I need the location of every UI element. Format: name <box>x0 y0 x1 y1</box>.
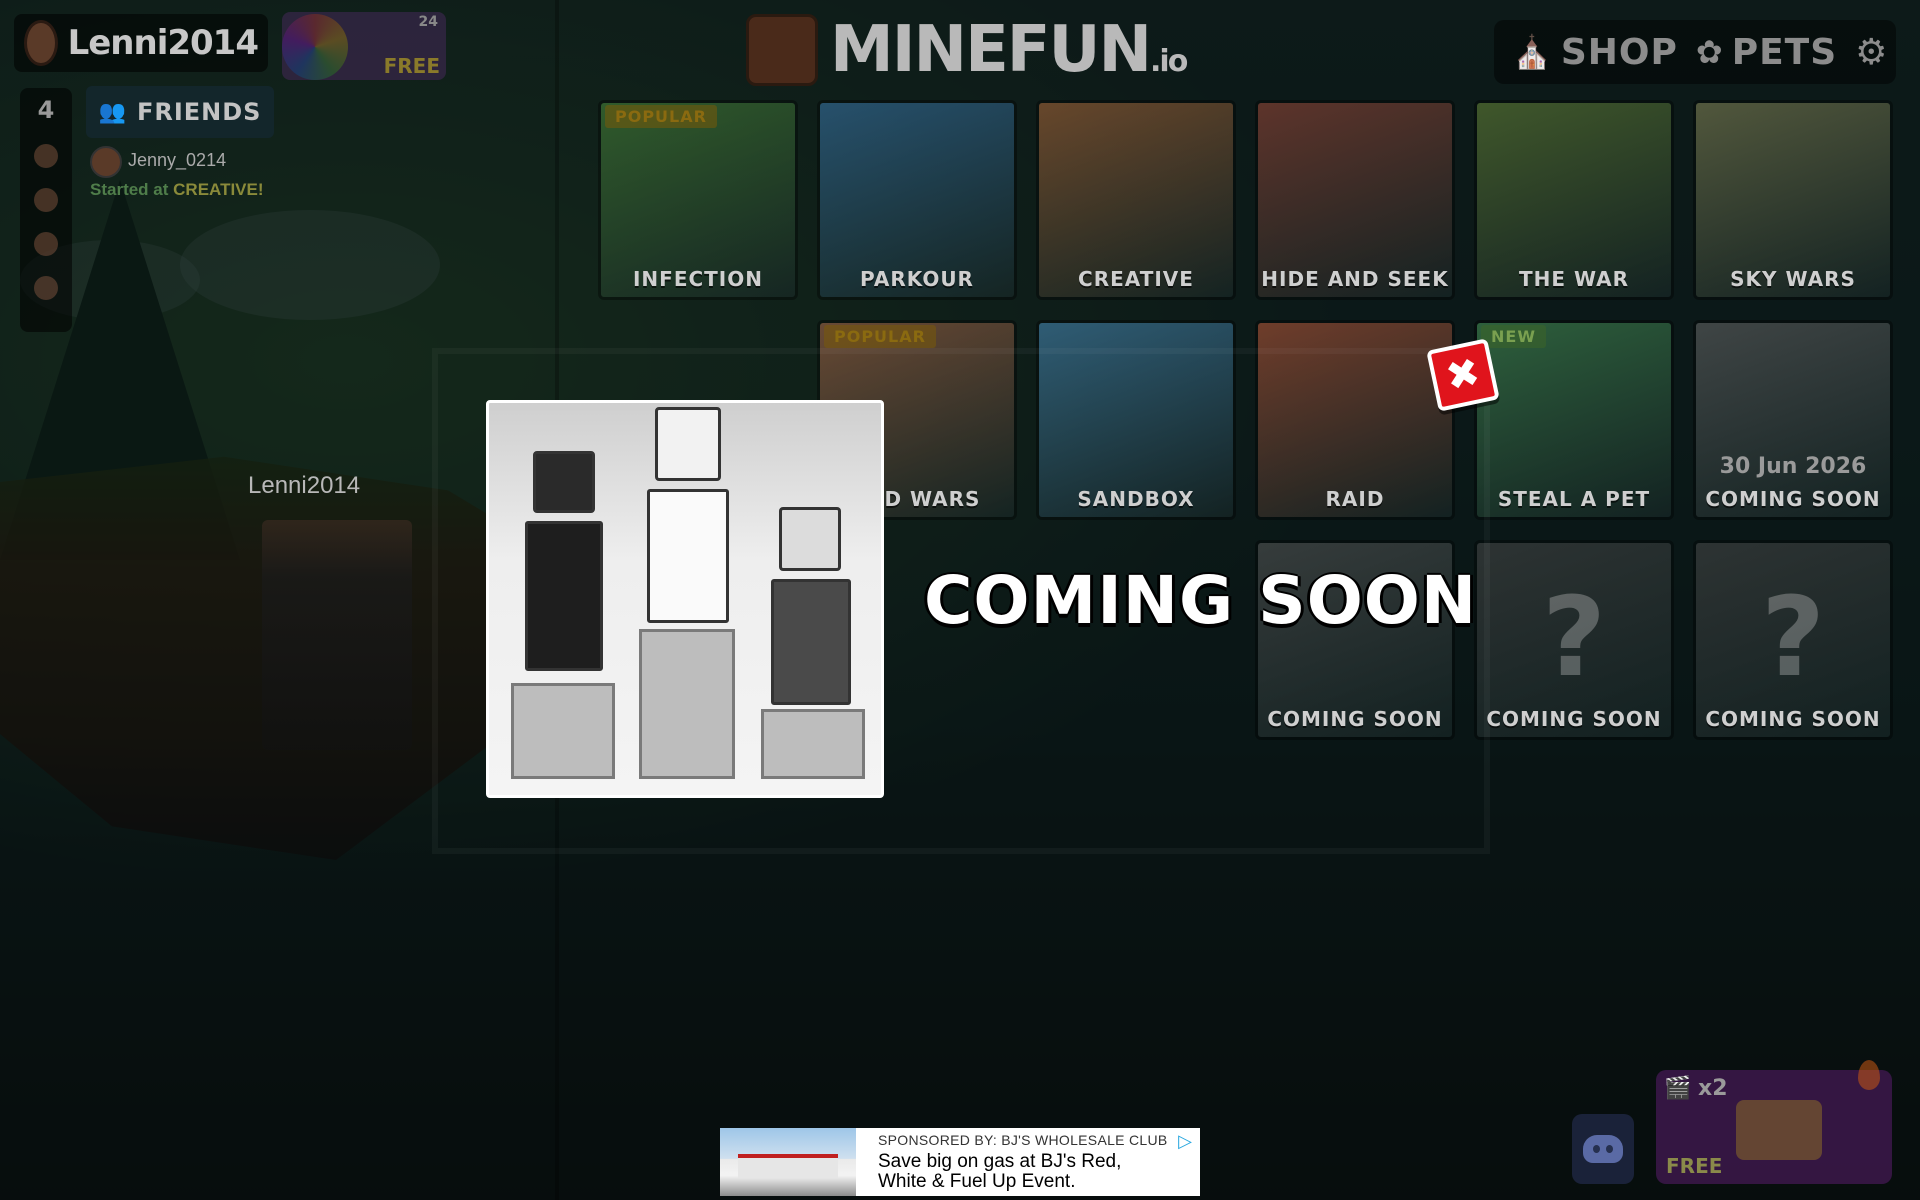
top-nav-panel: ⛪ SHOP ✿ PETS ⚙ <box>1494 20 1896 84</box>
ad-store-building <box>738 1154 838 1178</box>
character-figure <box>629 407 747 629</box>
shop-icon: ⛪ <box>1512 33 1553 71</box>
game-tile-badge: POPULAR <box>824 325 936 348</box>
friend-avatar-icon[interactable] <box>34 144 58 168</box>
username: Lenni2014 <box>67 23 259 63</box>
game-tile[interactable]: THE WAR <box>1474 100 1674 300</box>
game-tile[interactable]: CREATIVE <box>1036 100 1236 300</box>
reward-multiplier: x2 <box>1698 1076 1728 1101</box>
shop-button[interactable]: ⛪ SHOP <box>1512 32 1678 73</box>
gear-icon[interactable]: ⚙ <box>1855 32 1887 73</box>
game-tile-label: HIDE AND SEEK <box>1261 267 1449 291</box>
game-tile-badge: NEW <box>1481 325 1546 348</box>
free-reward-button[interactable]: 🎬 x2 FREE <box>1656 1070 1892 1184</box>
close-icon: ✖ <box>1441 349 1485 401</box>
friend-avatar-icon[interactable] <box>34 276 58 300</box>
pedestal <box>511 683 615 779</box>
game-tile-label: COMING SOON <box>1705 707 1881 731</box>
question-mark-icon: ? <box>1542 573 1606 701</box>
game-tile-label: STEAL A PET <box>1497 487 1651 511</box>
coming-soon-title: COMING SOON <box>924 562 1478 639</box>
logo-face-icon <box>746 14 818 86</box>
game-tile[interactable]: HIDE AND SEEK <box>1255 100 1455 300</box>
pedestal <box>639 629 735 779</box>
users-icon: 👥 <box>98 99 127 125</box>
friend-avatar-icon[interactable] <box>34 188 58 212</box>
game-tile[interactable]: ? COMING SOON <box>1693 540 1893 740</box>
flame-icon <box>1858 1060 1880 1090</box>
game-tile[interactable]: PARKOUR <box>817 100 1017 300</box>
question-mark-icon: ? <box>1761 573 1825 701</box>
friends-button[interactable]: 👥 FRIENDS <box>86 86 274 138</box>
logo-text-suffix: .io <box>1150 44 1188 79</box>
wheel-icon <box>282 14 348 80</box>
friend-name: Jenny_0214 <box>128 150 227 170</box>
logo-text-main: MINEFUN <box>830 13 1152 87</box>
game-tile[interactable]: POPULAR INFECTION <box>598 100 798 300</box>
game-tile-label: INFECTION <box>632 267 763 291</box>
minefun-logo: MINEFUN.io <box>746 10 1188 90</box>
paw-icon: ✿ <box>1695 33 1724 71</box>
online-friends-rail[interactable]: 4 <box>20 88 72 332</box>
game-tile[interactable]: ? COMING SOON <box>1474 540 1674 740</box>
coming-soon-preview-image <box>486 400 884 798</box>
ad-sponsor-label: SPONSORED BY: BJ'S WHOLESALE CLUB <box>878 1132 1168 1148</box>
pets-button[interactable]: ✿ PETS <box>1696 32 1837 73</box>
wheel-timer-badge: 24 <box>418 14 438 30</box>
friend-avatar-icon[interactable] <box>34 232 58 256</box>
close-button[interactable]: ✖ <box>1426 338 1500 412</box>
ad-headline: Save big on gas at BJ's Red, White & Fue… <box>878 1151 1122 1192</box>
friends-button-label: FRIENDS <box>136 98 262 126</box>
game-tile-label: CREATIVE <box>1078 267 1194 291</box>
ad-choices-icon[interactable]: ▷ <box>1174 1130 1196 1152</box>
character-figure <box>515 451 615 683</box>
player-character <box>262 520 412 750</box>
avatar <box>24 20 58 66</box>
ad-text: SPONSORED BY: BJ'S WHOLESALE CLUB Save b… <box>856 1128 1200 1196</box>
profile-button[interactable]: Lenni2014 <box>14 14 268 72</box>
spin-wheel-button[interactable]: 24 FREE <box>282 12 446 80</box>
game-tile-label: SKY WARS <box>1730 267 1856 291</box>
game-tile-badge: POPULAR <box>605 105 717 128</box>
chest-icon <box>1736 1100 1822 1160</box>
game-tile-label: COMING SOON <box>1486 707 1662 731</box>
discord-icon <box>1583 1135 1623 1163</box>
game-tile-release-date: 30 Jun 2026 <box>1719 454 1867 479</box>
pets-label: PETS <box>1731 31 1838 73</box>
sponsored-ad-banner[interactable]: SPONSORED BY: BJ'S WHOLESALE CLUB Save b… <box>720 1128 1200 1196</box>
reward-label: FREE <box>1666 1154 1723 1178</box>
online-count: 4 <box>37 96 55 124</box>
shop-label: SHOP <box>1560 31 1678 73</box>
logo-text: MINEFUN.io <box>830 13 1188 87</box>
avatar <box>90 146 122 178</box>
game-tile[interactable]: NEW STEAL A PET <box>1474 320 1674 520</box>
character-figure <box>757 507 865 709</box>
game-tile-label: COMING SOON <box>1705 487 1881 511</box>
game-tile[interactable]: 30 Jun 2026 COMING SOON <box>1693 320 1893 520</box>
friend-status-mode: CREATIVE! <box>173 180 264 199</box>
game-tile-label: THE WAR <box>1518 267 1630 291</box>
friend-status: Started at CREATIVE! <box>90 180 264 200</box>
discord-button[interactable] <box>1572 1114 1634 1184</box>
wheel-free-label: FREE <box>383 54 440 78</box>
player-nametag: Lenni2014 <box>248 472 361 499</box>
ad-store-image <box>720 1128 856 1196</box>
pedestal <box>761 709 865 779</box>
game-tile[interactable]: SKY WARS <box>1693 100 1893 300</box>
clapperboard-icon: 🎬 <box>1664 1076 1692 1101</box>
friend-status-prefix: Started at <box>90 180 169 199</box>
game-tile-label: PARKOUR <box>860 267 974 291</box>
